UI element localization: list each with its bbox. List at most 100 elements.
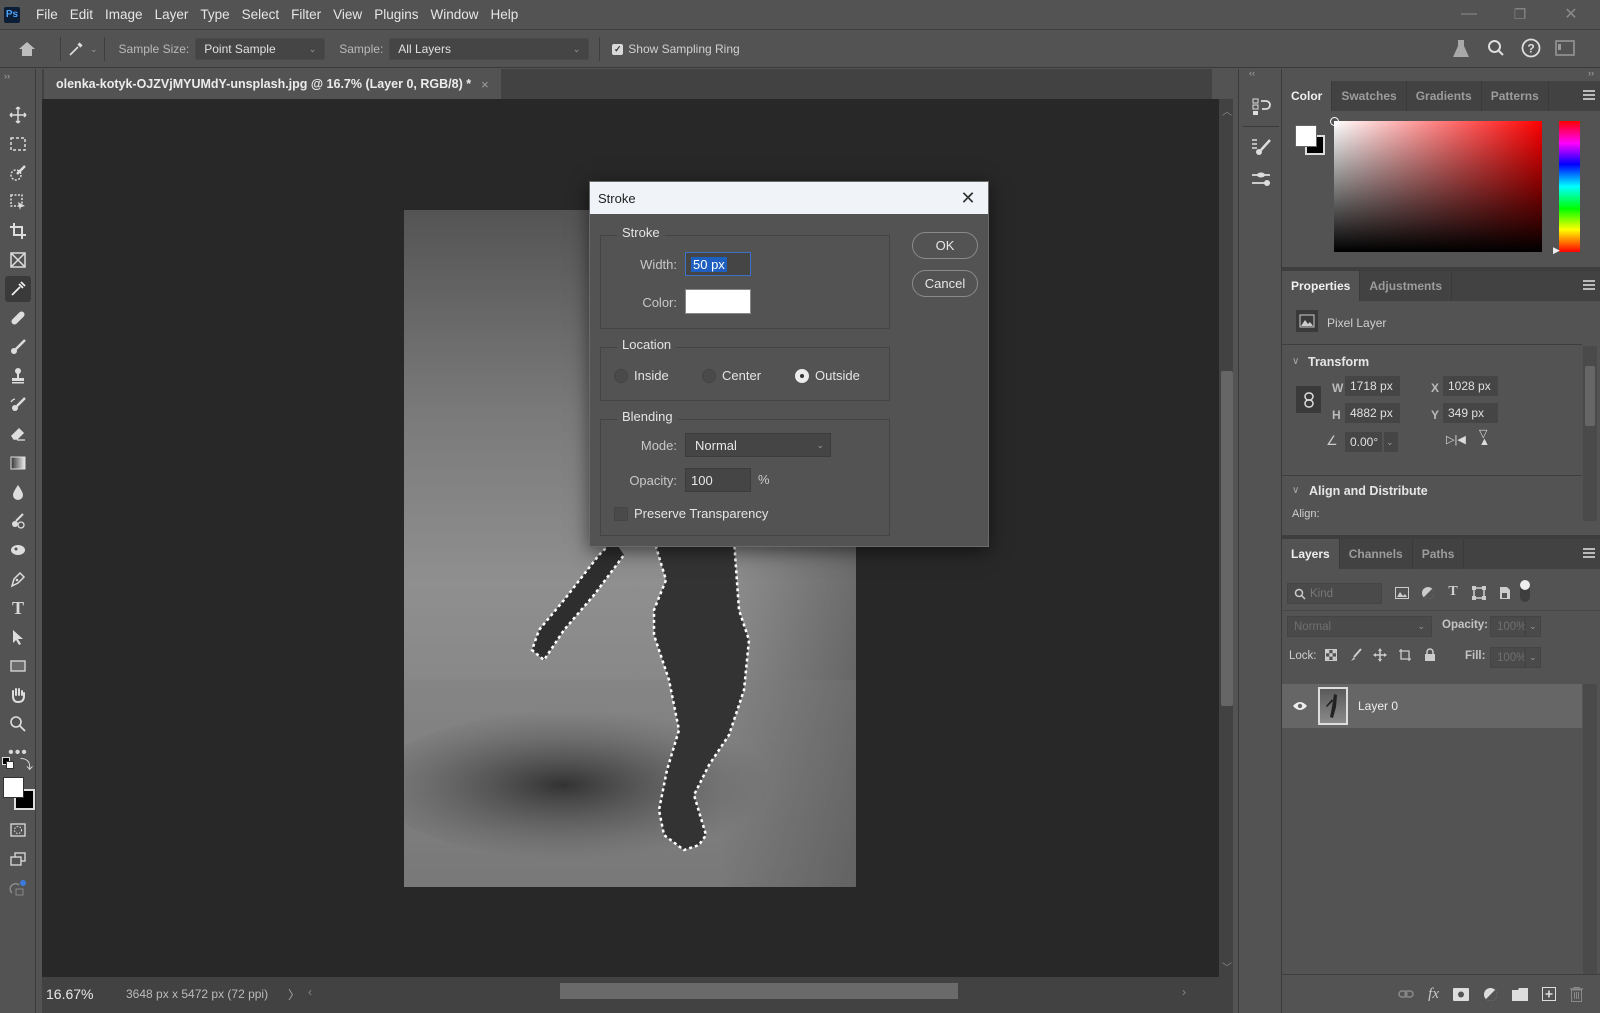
search-button[interactable] bbox=[1487, 39, 1505, 60]
zoom-level[interactable]: 16.67% bbox=[46, 986, 93, 1002]
cancel-button[interactable]: Cancel bbox=[912, 270, 978, 297]
blur-tool[interactable] bbox=[5, 479, 31, 505]
healing-brush-tool[interactable] bbox=[5, 305, 31, 331]
help-button[interactable]: ? bbox=[1521, 38, 1541, 61]
color-picker-handle[interactable] bbox=[1330, 117, 1339, 126]
gradient-tool[interactable] bbox=[5, 450, 31, 476]
opacity-input[interactable]: 100 bbox=[685, 468, 751, 492]
eraser-tool[interactable] bbox=[5, 421, 31, 447]
screen-mode-button[interactable] bbox=[5, 846, 31, 872]
foreground-color-swatch[interactable] bbox=[3, 777, 24, 798]
scroll-down-icon[interactable]: ﹀ bbox=[1222, 959, 1232, 974]
menu-edit[interactable]: Edit bbox=[64, 7, 99, 22]
move-tool[interactable] bbox=[5, 102, 31, 128]
tab-channels[interactable]: Channels bbox=[1340, 539, 1413, 569]
hue-slider-handle[interactable]: ▶ bbox=[1553, 245, 1560, 256]
center-radio[interactable] bbox=[702, 369, 716, 383]
eyedropper-tool[interactable] bbox=[5, 276, 31, 302]
tab-patterns[interactable]: Patterns bbox=[1482, 81, 1549, 111]
properties-scrollbar-thumb[interactable] bbox=[1585, 366, 1595, 426]
mode-select[interactable]: Normal ⌄ bbox=[685, 433, 831, 457]
brush-tool[interactable] bbox=[5, 334, 31, 360]
menu-plugins[interactable]: Plugins bbox=[368, 7, 424, 22]
color-field[interactable] bbox=[1330, 117, 1542, 252]
ok-button[interactable]: OK bbox=[912, 232, 978, 259]
angle-field[interactable]: 0.00° bbox=[1345, 432, 1382, 452]
fill-dropdown[interactable]: ⌄ bbox=[1525, 647, 1541, 668]
preserve-transparency-label[interactable]: Preserve Transparency bbox=[634, 506, 768, 521]
fx-icon[interactable]: fx bbox=[1428, 986, 1439, 1003]
chevron-down-icon[interactable]: ∨ bbox=[1292, 356, 1299, 367]
y-field[interactable]: 349 px bbox=[1443, 403, 1498, 423]
mask-icon[interactable] bbox=[1453, 987, 1469, 1001]
marquee-tool[interactable] bbox=[5, 131, 31, 157]
width-field[interactable]: 1718 px bbox=[1345, 376, 1400, 396]
lock-artboard-icon[interactable] bbox=[1398, 648, 1412, 662]
adjustment-icon[interactable] bbox=[1483, 987, 1498, 1002]
close-window-button[interactable]: ✕ bbox=[1548, 0, 1594, 28]
sample-size-select[interactable]: Point Sample ⌄ bbox=[195, 38, 326, 60]
transform-header[interactable]: Transform bbox=[1308, 355, 1369, 369]
scroll-left-icon[interactable]: ‹ bbox=[308, 985, 312, 999]
vertical-scrollbar-thumb[interactable] bbox=[1221, 371, 1233, 706]
foreground-color-chip[interactable] bbox=[1295, 125, 1317, 147]
preserve-transparency-checkbox[interactable] bbox=[614, 507, 628, 521]
sample-select[interactable]: All Layers ⌄ bbox=[389, 38, 590, 60]
layer-opacity-dropdown[interactable]: ⌄ bbox=[1525, 616, 1541, 637]
tab-swatches[interactable]: Swatches bbox=[1332, 81, 1407, 111]
tab-properties[interactable]: Properties bbox=[1282, 271, 1361, 301]
outside-radio[interactable] bbox=[795, 369, 809, 383]
brush-presets-button[interactable] bbox=[1243, 163, 1279, 195]
filter-smart-object-icon[interactable] bbox=[1497, 585, 1513, 601]
center-label[interactable]: Center bbox=[722, 368, 761, 383]
status-menu-arrow[interactable]: 〉 bbox=[288, 986, 300, 1003]
artboard-tool[interactable] bbox=[5, 189, 31, 215]
x-field[interactable]: 1028 px bbox=[1443, 376, 1498, 396]
properties-scrollbar[interactable] bbox=[1583, 346, 1597, 521]
collapse-toolbar-icon[interactable]: ›› bbox=[4, 71, 10, 81]
type-tool[interactable]: T bbox=[5, 595, 31, 621]
quick-mask-button[interactable] bbox=[5, 817, 31, 843]
menu-type[interactable]: Type bbox=[194, 7, 235, 22]
height-field[interactable]: 4882 px bbox=[1345, 403, 1400, 423]
document-info[interactable]: 3648 px x 5472 px (72 ppi) bbox=[126, 987, 268, 1001]
group-folder-icon[interactable] bbox=[1512, 987, 1528, 1001]
smudge-tool[interactable] bbox=[5, 537, 31, 563]
flip-vertical-icon[interactable]: ▽ ▲ bbox=[1479, 429, 1490, 448]
default-colors-button[interactable] bbox=[2, 757, 14, 769]
layer-name[interactable]: Layer 0 bbox=[1358, 699, 1398, 713]
inside-label[interactable]: Inside bbox=[634, 368, 669, 383]
dialog-title-bar[interactable]: Stroke ✕ bbox=[590, 182, 988, 214]
clone-stamp-tool[interactable] bbox=[5, 363, 31, 389]
workspace-button[interactable] bbox=[1555, 40, 1575, 59]
show-sampling-ring-checkbox[interactable]: ✓ bbox=[612, 43, 624, 55]
panel-menu-icon[interactable] bbox=[1583, 280, 1595, 290]
scroll-up-icon[interactable]: ︿ bbox=[1222, 103, 1232, 118]
menu-window[interactable]: Window bbox=[424, 7, 484, 22]
chevron-down-icon[interactable]: ∨ bbox=[1292, 485, 1299, 496]
link-icon[interactable] bbox=[1398, 989, 1414, 999]
tab-adjustments[interactable]: Adjustments bbox=[1360, 271, 1453, 301]
menu-filter[interactable]: Filter bbox=[285, 7, 327, 22]
menu-help[interactable]: Help bbox=[484, 7, 524, 22]
menu-select[interactable]: Select bbox=[236, 7, 286, 22]
close-tab-icon[interactable]: × bbox=[481, 77, 489, 92]
tab-layers[interactable]: Layers bbox=[1282, 539, 1340, 569]
blend-mode-select[interactable]: Normal ⌄ bbox=[1287, 616, 1432, 637]
history-panel-button[interactable] bbox=[1243, 87, 1279, 127]
fill-input[interactable]: 100% bbox=[1490, 647, 1526, 668]
outside-label[interactable]: Outside bbox=[815, 368, 860, 383]
history-brush-tool[interactable] bbox=[5, 392, 31, 418]
dodge-tool[interactable] bbox=[5, 508, 31, 534]
pen-tool[interactable] bbox=[5, 566, 31, 592]
lock-position-icon[interactable] bbox=[1373, 648, 1387, 662]
swap-colors-icon[interactable]: ⤵ bbox=[20, 754, 33, 773]
restore-button[interactable]: ❐ bbox=[1497, 0, 1543, 28]
crop-tool[interactable] bbox=[5, 218, 31, 244]
dialog-close-button[interactable]: ✕ bbox=[956, 186, 980, 210]
panel-menu-icon[interactable] bbox=[1583, 90, 1595, 100]
rectangle-tool[interactable] bbox=[5, 653, 31, 679]
layer-row[interactable]: Layer 0 bbox=[1282, 684, 1582, 728]
labs-button[interactable] bbox=[1452, 39, 1470, 62]
lock-transparent-pixels-icon[interactable] bbox=[1324, 648, 1338, 662]
